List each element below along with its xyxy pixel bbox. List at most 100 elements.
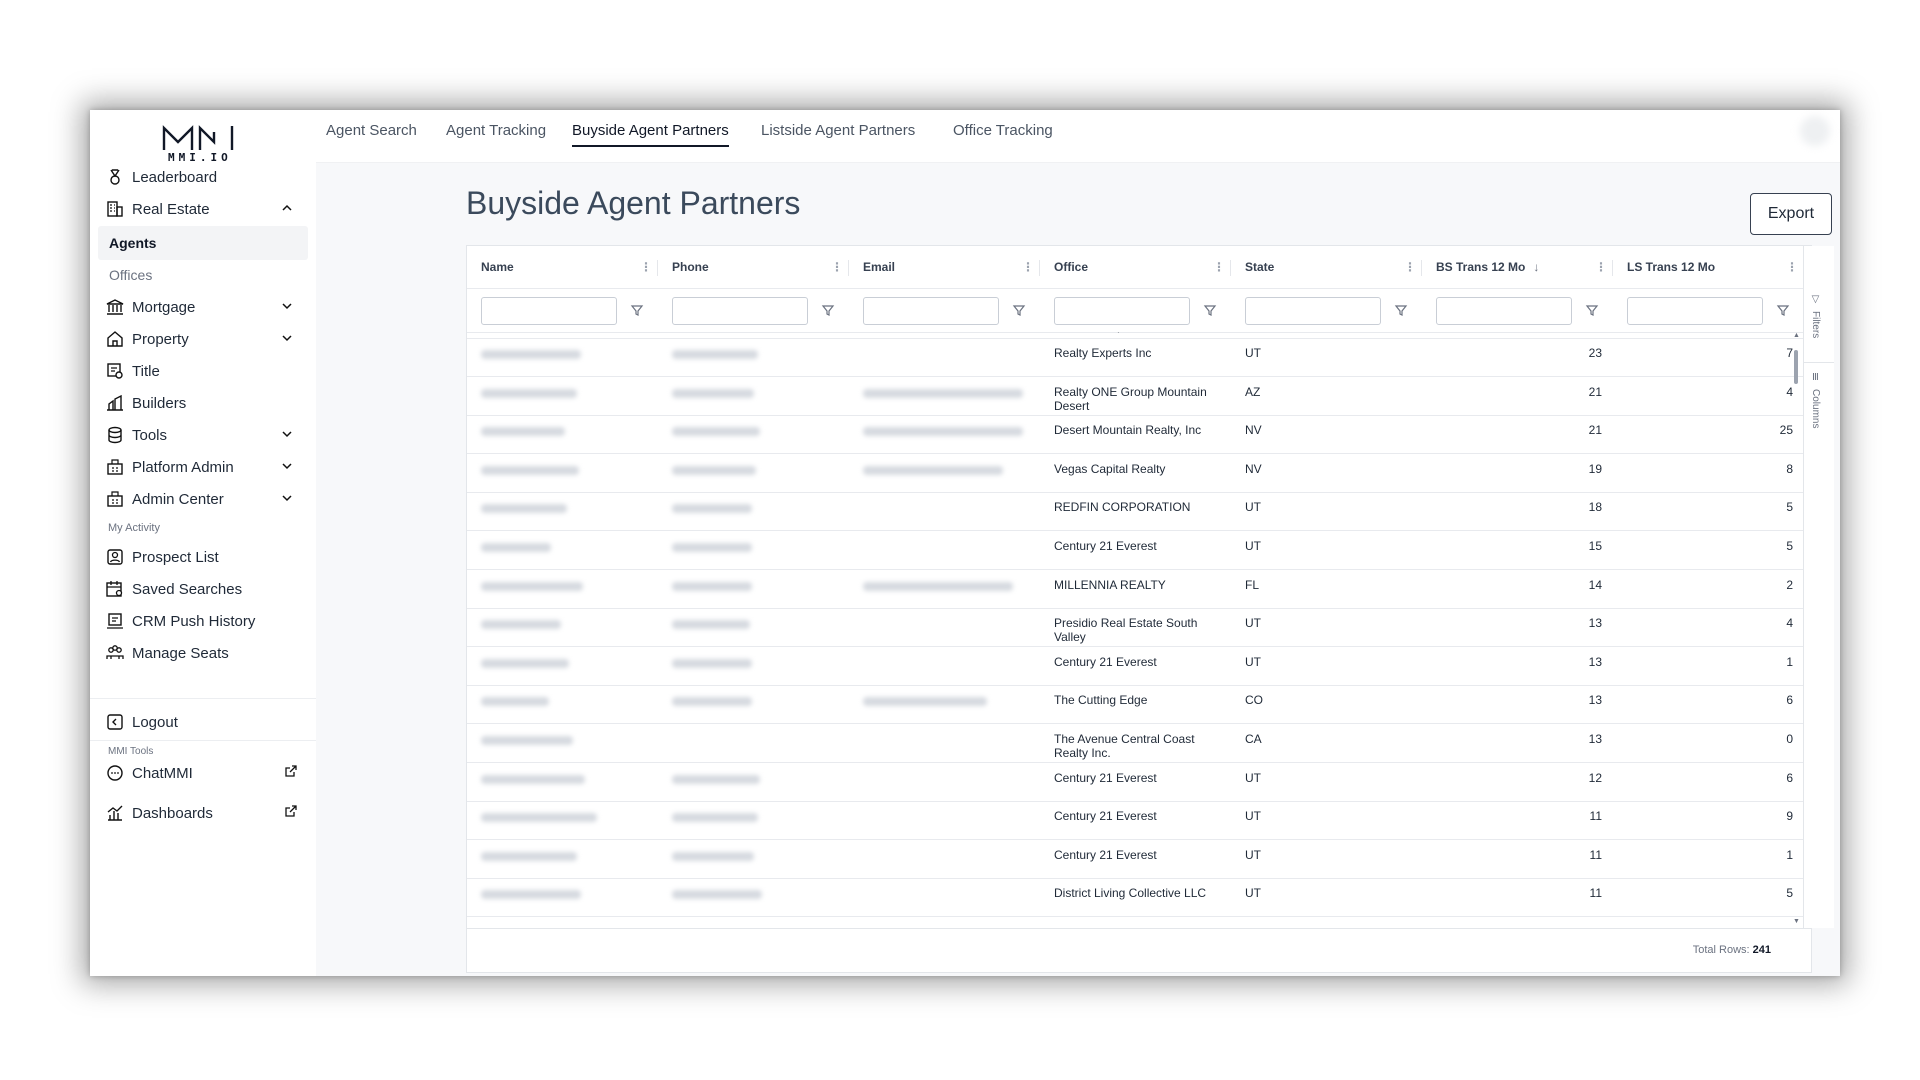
table-row[interactable]: Presidio Real Estate South Valley UT 13 4 [467,608,1803,648]
state-cell: UT [1245,886,1261,901]
state-cell: CA [1245,732,1262,746]
external-link-icon[interactable] [284,804,298,818]
sidebar-item-property[interactable]: Property [104,324,304,354]
column-menu-icon[interactable]: ⋮ [1213,260,1225,274]
sidebar-item-leaderboard[interactable]: Leaderboard [104,162,304,192]
filter-input-name[interactable] [481,297,617,325]
sidebar-item-admin-center[interactable]: Admin Center [104,484,304,514]
table-row[interactable]: Realty Experts Inc UT 23 7 [467,338,1803,377]
table-row[interactable]: District Living Collective LLC UT 11 5 [467,878,1803,918]
grid-scrollbar[interactable]: ▲ ▼ [1793,332,1801,928]
sidebar-item-label: CRM Push History [132,612,256,630]
tab-listside-agent-partners[interactable]: Listside Agent Partners [761,122,915,145]
sidebar-item-manage-seats[interactable]: Manage Seats [104,638,304,668]
avatar[interactable] [1800,116,1830,146]
sidebar-item-dashboards[interactable]: Dashboards [104,798,304,828]
table-row[interactable]: Century 21 Everest UT 11 1 [467,840,1803,879]
filter-icon[interactable] [1203,303,1217,317]
table-row[interactable]: Vegas Capital Realty NV 19 8 [467,454,1803,493]
column-menu-icon[interactable]: ⋮ [831,260,843,274]
table-row[interactable]: Century 21 Everest UT 15 5 [467,531,1803,570]
tab-agent-search[interactable]: Agent Search [326,122,417,145]
sidebar-item-platform-admin[interactable]: Platform Admin [104,452,304,482]
filter-icon[interactable] [1776,303,1790,317]
table-row[interactable]: Century 21 Everest UT 13 1 [467,647,1803,686]
table-row[interactable]: The Cutting Edge CO 13 6 [467,685,1803,725]
name-cell-redacted [481,620,561,630]
chevron-down-icon[interactable] [280,427,294,441]
sidebar-item-builders[interactable]: Builders [104,388,304,418]
filter-input-bs-trans[interactable] [1436,297,1572,325]
table-row[interactable]: The Avenue Central Coast Realty Inc. CA 13… [467,724,1803,763]
filter-icon[interactable] [1394,303,1408,317]
scroll-thumb[interactable] [1794,350,1798,384]
column-menu-icon[interactable]: ⋮ [1022,260,1034,274]
export-button[interactable]: Export [1750,193,1832,235]
sidebar-item-mortgage[interactable]: Mortgage [104,292,304,322]
phone-cell-redacted [672,388,754,398]
tab-buyside-agent-partners[interactable]: Buyside Agent Partners [572,122,729,147]
column-menu-icon[interactable]: ⋮ [1404,260,1416,274]
chevron-up-icon[interactable] [280,201,294,215]
scroll-up-icon[interactable]: ▲ [1793,332,1800,339]
ls-trans-cell: 6 [1786,770,1793,785]
office-cell: Century 21 Everest [1054,847,1157,862]
tab-office-tracking[interactable]: Office Tracking [953,122,1053,145]
filter-input-phone[interactable] [672,297,808,325]
filter-input-office[interactable] [1054,297,1190,325]
sidebar-item-tools[interactable]: Tools [104,420,304,450]
filter-icon[interactable] [1585,303,1599,317]
table-row[interactable]: Century 21 Everest UT 11 9 [467,801,1803,841]
sidebar-subitem-offices[interactable]: Offices [98,258,308,292]
state-cell: UT [1245,500,1261,515]
scroll-down-icon[interactable]: ▼ [1793,918,1800,925]
columns-side-tab[interactable]: Ⅲ Columns [1810,372,1821,428]
sort-descending-icon[interactable]: ↓ [1533,260,1539,274]
trophy-icon [104,166,126,188]
external-link-icon[interactable] [284,764,298,778]
sidebar-item-title[interactable]: Title [104,356,304,386]
filter-icon[interactable] [1012,303,1026,317]
filter-input-state[interactable] [1245,297,1381,325]
column-menu-icon[interactable]: ⋮ [1786,260,1798,274]
ls-trans-cell: 2 [1786,577,1793,592]
chevron-down-icon[interactable] [280,459,294,473]
sidebar-item-prospect-list[interactable]: Prospect List [104,542,304,572]
sidebar-item-chatmmi[interactable]: ChatMMI [104,758,304,788]
column-header-phone[interactable]: Phone ⋮ [658,246,849,288]
chevron-down-icon[interactable] [280,491,294,505]
column-header-name[interactable]: Name ⋮ [467,246,658,288]
sidebar-item-real-estate[interactable]: Real Estate [104,194,304,224]
chevron-down-icon[interactable] [280,299,294,313]
filter-input-ls-trans[interactable] [1627,297,1763,325]
filter-cell-office [1040,288,1231,332]
state-cell: UT [1245,847,1261,862]
filter-icon[interactable] [630,303,644,317]
bs-trans-cell: 11 [1589,847,1602,862]
column-header-state[interactable]: State ⋮ [1231,246,1422,288]
column-menu-icon[interactable]: ⋮ [640,260,652,274]
chevron-down-icon[interactable] [280,331,294,345]
mmi-tools-label: MMI Tools [108,746,154,757]
sidebar-subitem-agents[interactable]: Agents [98,226,308,260]
table-row[interactable]: Century 21 Everest UT 12 6 [467,763,1803,802]
column-header-email[interactable]: Email ⋮ [849,246,1040,288]
table-row[interactable]: REDFIN CORPORATION UT 18 5 [467,492,1803,532]
filter-input-email[interactable] [863,297,999,325]
column-header-bs-trans[interactable]: BS Trans 12 Mo ↓ ⋮ [1422,246,1613,288]
sidebar-item-crm-push-history[interactable]: CRM Push History [104,606,304,636]
filters-side-tab[interactable]: ▽ Filters [1810,294,1821,338]
column-header-ls-trans[interactable]: LS Trans 12 Mo ⋮ [1613,246,1804,288]
column-menu-icon[interactable]: ⋮ [1595,260,1607,274]
tab-agent-tracking[interactable]: Agent Tracking [446,122,546,145]
state-cell: UT [1245,332,1261,334]
logout-button[interactable]: Logout [104,707,304,737]
table-row[interactable]: MILLENNIA REALTY FL 14 2 [467,570,1803,609]
sidebar-item-saved-searches[interactable]: Saved Searches [104,574,304,604]
column-header-office[interactable]: Office ⋮ [1040,246,1231,288]
phone-cell-redacted [672,890,762,900]
main-content: Buyside Agent Partners Export Name ⋮ Pho… [316,163,1840,976]
table-row[interactable]: Desert Mountain Realty, Inc NV 21 25 [467,415,1803,455]
table-row[interactable]: Realty ONE Group Mountain Desert AZ 21 4 [467,377,1803,416]
filter-icon[interactable] [821,303,835,317]
